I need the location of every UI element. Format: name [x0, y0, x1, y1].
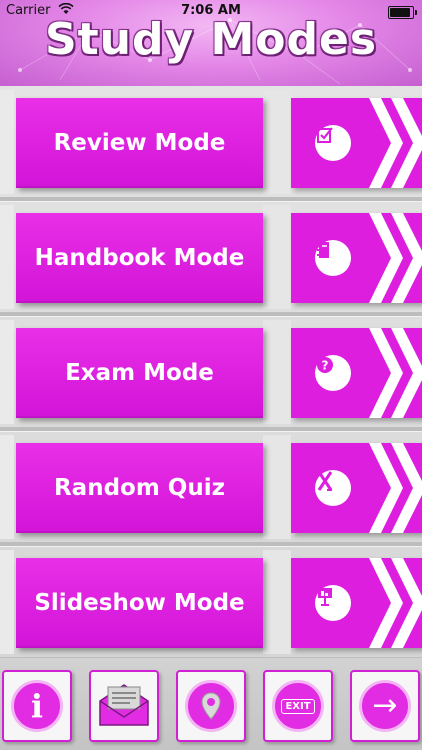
shuffle-icon — [315, 470, 351, 506]
page-title: Study Modes — [44, 14, 378, 65]
arrow-right-icon: → — [359, 680, 411, 732]
header: Carrier 7:06 AM Study Modes — [0, 0, 422, 86]
study-mode-list: Review Mode Handbook Mode Exam Mode ? Ra… — [0, 86, 422, 661]
checklist-icon — [315, 125, 351, 161]
location-pin-icon — [185, 680, 237, 732]
handbook-mode-arrow-button[interactable] — [291, 213, 422, 303]
presentation-icon — [315, 585, 351, 621]
notebook-icon — [315, 240, 351, 276]
mode-row-exam: Exam Mode ? — [0, 316, 422, 431]
exam-mode-arrow-button[interactable]: ? — [291, 328, 422, 418]
next-button[interactable]: → — [350, 670, 420, 742]
review-mode-button[interactable]: Review Mode — [16, 98, 263, 188]
handbook-mode-button[interactable]: Handbook Mode — [16, 213, 263, 303]
mode-row-review: Review Mode — [0, 86, 422, 201]
mode-row-slideshow: Slideshow Mode — [0, 546, 422, 661]
question-icon: ? — [315, 355, 351, 391]
exit-button[interactable]: EXIT — [263, 670, 333, 742]
slideshow-mode-arrow-button[interactable] — [291, 558, 422, 648]
random-quiz-button[interactable]: Random Quiz — [16, 443, 263, 533]
mail-icon — [96, 679, 152, 733]
info-icon: i — [11, 680, 63, 732]
mode-row-handbook: Handbook Mode — [0, 201, 422, 316]
slideshow-mode-button[interactable]: Slideshow Mode — [16, 558, 263, 648]
random-quiz-arrow-button[interactable] — [291, 443, 422, 533]
svg-text:?: ? — [322, 359, 329, 373]
mode-row-random: Random Quiz — [0, 431, 422, 546]
review-mode-arrow-button[interactable] — [291, 98, 422, 188]
info-button[interactable]: i — [2, 670, 72, 742]
mail-button[interactable] — [89, 670, 159, 742]
location-button[interactable] — [176, 670, 246, 742]
exit-icon: EXIT — [272, 680, 324, 732]
bottom-toolbar: i EXIT → — [0, 658, 422, 750]
exam-mode-button[interactable]: Exam Mode — [16, 328, 263, 418]
